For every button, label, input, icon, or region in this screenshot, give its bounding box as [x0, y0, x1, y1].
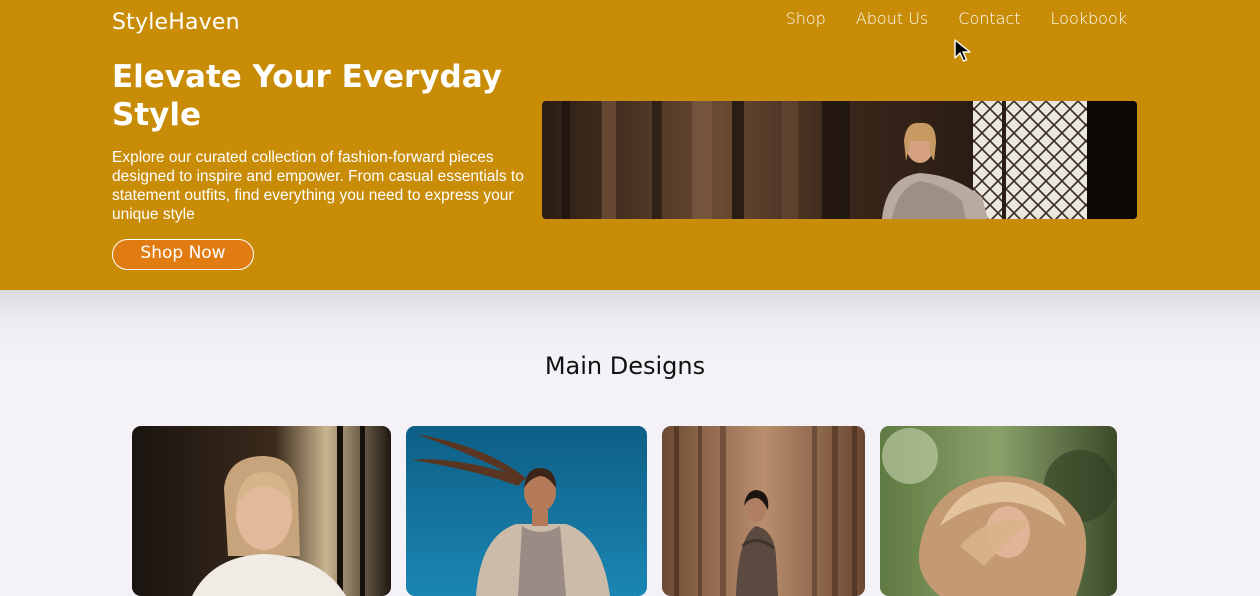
- brand-logo[interactable]: StyleHaven: [112, 10, 240, 35]
- hero-section: StyleHaven Shop About Us Contact Lookboo…: [0, 0, 1260, 290]
- mouse-cursor-icon: [954, 39, 974, 63]
- nav-link-contact[interactable]: Contact: [958, 9, 1020, 29]
- nav-link-lookbook[interactable]: Lookbook: [1051, 9, 1127, 29]
- hero-image: [542, 101, 1137, 219]
- main-designs-section: Main Designs: [0, 290, 1260, 596]
- design-card-2[interactable]: [406, 426, 647, 596]
- shop-now-button[interactable]: Shop Now: [112, 239, 254, 270]
- main-nav: Shop About Us Contact Lookbook: [786, 9, 1127, 29]
- nav-link-about-us[interactable]: About Us: [856, 9, 928, 29]
- design-card-4[interactable]: [880, 426, 1117, 596]
- design-card-3[interactable]: [662, 426, 865, 596]
- hero-description: Explore our curated collection of fashio…: [112, 149, 524, 223]
- section-title: Main Designs: [544, 352, 706, 380]
- hero-title: Elevate Your Everyday Style: [112, 59, 502, 133]
- nav-link-shop[interactable]: Shop: [786, 9, 826, 29]
- design-card-1[interactable]: [132, 426, 391, 596]
